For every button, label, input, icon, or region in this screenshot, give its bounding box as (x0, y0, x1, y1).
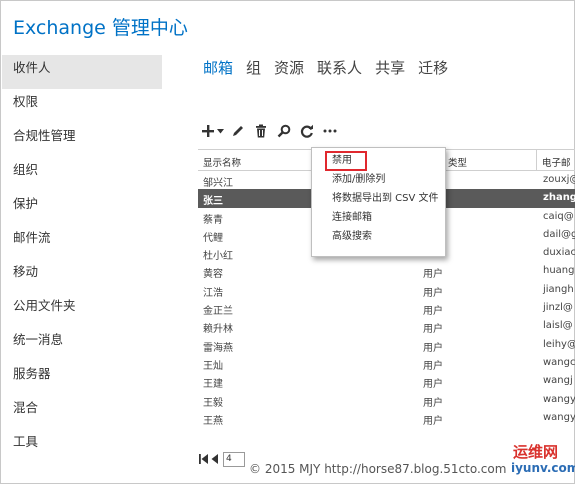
table-row[interactable]: 王建 用户 wangj (198, 372, 575, 390)
cell-email: jinzl@ (543, 302, 573, 314)
cell-email: wangyi (543, 393, 575, 405)
window-frame: Exchange 管理中心 收件人 权限 合规性管理 组织 保护 邮件流 移动 … (0, 0, 575, 484)
column-separator (536, 150, 537, 170)
cell-type: 用户 (423, 269, 443, 281)
sidebar-item-hybrid[interactable]: 混合 (2, 395, 162, 429)
sidebar-item-mail-flow[interactable]: 邮件流 (2, 225, 162, 259)
search-icon[interactable] (275, 122, 293, 140)
cell-email: dail@g (543, 228, 575, 240)
menu-item-export-csv[interactable]: 将数据导出到 CSV 文件 (312, 189, 445, 208)
table-row[interactable]: 雷海燕 用户 leihy@ (198, 336, 575, 354)
table-row[interactable]: 王灿 用户 wangc (198, 354, 575, 372)
app-title: Exchange 管理中心 (13, 17, 188, 39)
cell-email: leihy@ (543, 338, 575, 350)
cell-display-name: 蔡青 (203, 214, 223, 226)
column-header-type[interactable]: 类型 (448, 155, 467, 169)
pager: 4 (199, 451, 245, 467)
sidebar-item-organization[interactable]: 组织 (2, 157, 162, 191)
copyright-watermark: © 2015 MJY http://horse87.blog.51cto.com (249, 462, 507, 476)
cell-email: wangc (543, 356, 575, 368)
sidebar-item-tools[interactable]: 工具 (2, 429, 162, 463)
previous-page-icon[interactable] (211, 453, 220, 465)
cell-type: 用户 (423, 306, 443, 318)
cell-display-name: 张三 (203, 196, 223, 208)
menu-item-advanced-search[interactable]: 高级搜索 (312, 227, 445, 246)
cell-display-name: 王毅 (203, 397, 223, 409)
table-row[interactable]: 王毅 用户 wangyi (198, 391, 575, 409)
cell-display-name: 雷海燕 (203, 342, 233, 354)
sidebar-item-recipients[interactable]: 收件人 (2, 55, 162, 89)
sidebar-item-permissions[interactable]: 权限 (2, 89, 162, 123)
add-icon[interactable] (199, 122, 217, 140)
table-row[interactable]: 王燕 用户 wangy (198, 409, 575, 427)
toolbar (199, 122, 339, 140)
dropdown-arrow-icon[interactable] (216, 122, 224, 140)
site-logo: 运维网 iyunv.com (511, 441, 575, 481)
cell-type: 用户 (423, 324, 443, 336)
edit-icon[interactable] (229, 122, 247, 140)
sidebar-item-public-folders[interactable]: 公用文件夹 (2, 293, 162, 327)
cell-display-name: 王灿 (203, 360, 223, 372)
sidebar-item-compliance[interactable]: 合规性管理 (2, 123, 162, 157)
column-header-display-name[interactable]: 显示名称 (203, 155, 241, 169)
tab-migration[interactable]: 迁移 (418, 57, 448, 79)
cell-type: 用户 (423, 287, 443, 299)
tab-bar: 邮箱 组 资源 联系人 共享 迁移 (203, 57, 448, 79)
tab-shared[interactable]: 共享 (375, 57, 405, 79)
cell-type: 用户 (423, 415, 443, 427)
cell-display-name: 邹兴江 (203, 178, 233, 189)
tab-resources[interactable]: 资源 (274, 57, 304, 79)
cell-display-name: 金正兰 (203, 306, 233, 318)
sidebar: 收件人 权限 合规性管理 组织 保护 邮件流 移动 公用文件夹 统一消息 服务器… (2, 55, 162, 463)
cell-email: laisl@ (543, 320, 573, 332)
cell-type: 用户 (423, 360, 443, 372)
more-icon[interactable] (321, 122, 339, 140)
sidebar-item-servers[interactable]: 服务器 (2, 361, 162, 395)
cell-email: wangj (543, 375, 573, 387)
cell-email: wangy (543, 411, 575, 423)
cell-display-name: 赖升林 (203, 324, 233, 336)
cell-email: zouxj@ (543, 174, 575, 185)
cell-type: 用户 (423, 379, 443, 391)
logo-text-top: 运维网 (513, 443, 559, 461)
menu-item-add-remove-columns[interactable]: 添加/删除列 (312, 170, 445, 189)
table-row[interactable]: 黄容 用户 huang (198, 262, 575, 280)
cell-type: 用户 (423, 342, 443, 354)
sidebar-item-unified-messaging[interactable]: 统一消息 (2, 327, 162, 361)
page-number-input[interactable]: 4 (223, 451, 245, 467)
sidebar-item-protection[interactable]: 保护 (2, 191, 162, 225)
cell-email: caiq@ (543, 210, 574, 222)
sidebar-item-mobile[interactable]: 移动 (2, 259, 162, 293)
tab-contacts[interactable]: 联系人 (317, 57, 362, 79)
cell-display-name: 杜小红 (203, 251, 233, 263)
table-row[interactable]: 江浩 用户 jiangh (198, 281, 575, 299)
cell-display-name: 王燕 (203, 415, 223, 427)
refresh-icon[interactable] (298, 122, 316, 140)
delete-icon[interactable] (252, 122, 270, 140)
cell-display-name: 黄容 (203, 269, 223, 281)
table-row[interactable]: 金正兰 用户 jinzl@ (198, 299, 575, 317)
column-header-email[interactable]: 电子邮 (542, 155, 571, 169)
highlight-box (325, 151, 367, 171)
cell-type: 用户 (423, 397, 443, 409)
tab-groups[interactable]: 组 (246, 57, 261, 79)
cell-display-name: 代鲤 (203, 232, 223, 244)
cell-email: jiangh (543, 283, 574, 295)
cell-email: huang (543, 265, 575, 277)
logo-text-bottom: iyunv.com (511, 461, 575, 475)
cell-email: duxiac (543, 247, 575, 259)
cell-display-name: 王建 (203, 379, 223, 391)
tab-mailboxes[interactable]: 邮箱 (203, 57, 233, 79)
first-page-icon[interactable] (199, 453, 208, 465)
menu-item-connect-mailbox[interactable]: 连接邮箱 (312, 208, 445, 227)
cell-display-name: 江浩 (203, 287, 223, 299)
cell-email: zhang (543, 192, 575, 204)
more-actions-menu: 禁用 添加/删除列 将数据导出到 CSV 文件 连接邮箱 高级搜索 (311, 147, 446, 257)
table-row[interactable]: 赖升林 用户 laisl@ (198, 317, 575, 335)
